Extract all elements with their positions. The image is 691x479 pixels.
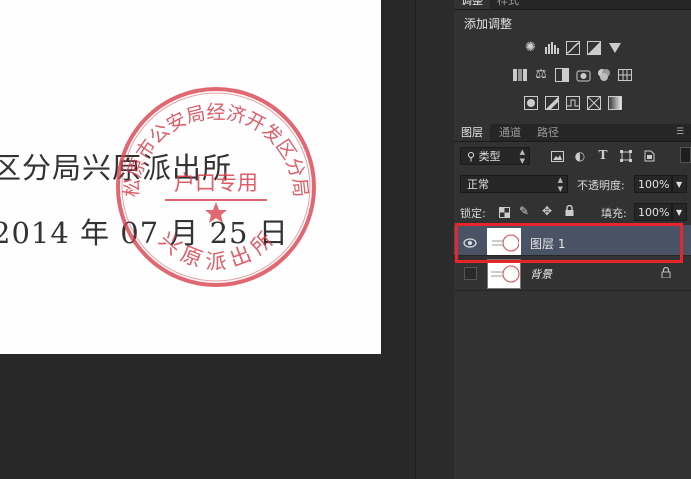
- fill-label: 填充:: [601, 207, 627, 220]
- hue-saturation-icon[interactable]: [513, 67, 528, 82]
- layer-thumbnail: [487, 259, 521, 289]
- posterize-icon[interactable]: [544, 95, 559, 110]
- threshold-icon[interactable]: [565, 95, 580, 110]
- opacity-dropdown-icon[interactable]: ▼: [672, 175, 687, 193]
- stamp-center-text: 户口专用: [174, 171, 258, 195]
- blend-mode-select[interactable]: 正常 ▲ ▼: [460, 175, 568, 193]
- fill-input[interactable]: 100%: [634, 203, 672, 221]
- document-canvas[interactable]: 区分局兴原派出所 2014 年 07 月 25 日 松原市公安局经济开发区分局 …: [0, 0, 381, 354]
- filter-pixel-icon[interactable]: [550, 149, 564, 163]
- adjustments-row-3: [454, 95, 691, 110]
- layers-menu-icon[interactable]: ☰: [676, 127, 688, 137]
- gradient-map-icon[interactable]: [607, 95, 622, 110]
- lock-transparent-pixels-icon[interactable]: [497, 205, 511, 219]
- filter-toggle-switch[interactable]: [680, 147, 691, 163]
- filter-search-icon: ⚲: [467, 150, 479, 163]
- filter-smart-object-icon[interactable]: [642, 149, 656, 163]
- fill-dropdown-icon[interactable]: ▼: [672, 203, 687, 221]
- visibility-toggle-empty[interactable]: [464, 267, 477, 280]
- adjustments-menu-icon[interactable]: ☰: [676, 0, 688, 3]
- adjustments-row-1: ✺: [454, 40, 691, 55]
- layers-tabbar: 图层 通道 路径 ☰: [454, 124, 691, 142]
- photo-filter-icon[interactable]: [576, 67, 591, 82]
- layer-lock-icon: [661, 266, 671, 281]
- chevron-updown-icon: ▲ ▼: [519, 148, 525, 165]
- filter-type-icon[interactable]: T: [596, 148, 610, 162]
- black-white-icon[interactable]: [555, 67, 570, 82]
- levels-icon[interactable]: [544, 40, 559, 55]
- selective-color-icon[interactable]: [586, 95, 601, 110]
- tab-channels[interactable]: 通道: [492, 124, 528, 141]
- tab-layers[interactable]: 图层: [454, 124, 490, 141]
- color-balance-icon[interactable]: ⚖: [534, 67, 549, 82]
- lock-all-icon[interactable]: [562, 204, 576, 218]
- chevron-updown-icon: ▲ ▼: [557, 176, 563, 193]
- channel-mixer-icon[interactable]: [597, 67, 612, 82]
- adjustments-title: 添加调整: [464, 17, 513, 31]
- panel-dock-strip: [415, 0, 455, 479]
- filter-shape-icon[interactable]: [619, 149, 633, 163]
- brightness-contrast-icon[interactable]: ✺: [523, 40, 538, 55]
- filter-adjustment-icon[interactable]: ◐: [573, 149, 587, 163]
- stamp-bottom-text: 兴 原 派 出 所: [154, 228, 277, 274]
- highlight-box: [455, 223, 683, 263]
- layers-list-divider: [454, 290, 691, 291]
- adjustments-tabbar: 调整 样式 ☰: [454, 0, 691, 10]
- official-stamp: 松原市公安局经济开发区分局 户口专用 兴 原 派 出 所: [116, 87, 316, 287]
- tab-styles[interactable]: 样式: [490, 0, 526, 9]
- lock-position-icon[interactable]: ✥: [540, 204, 554, 218]
- exposure-icon[interactable]: [586, 40, 601, 55]
- vibrance-icon[interactable]: [607, 40, 622, 55]
- tab-paths[interactable]: 路径: [530, 124, 566, 141]
- layer-filter-select[interactable]: ⚲ 类型 ▲ ▼: [460, 147, 530, 165]
- lock-label: 锁定:: [460, 207, 486, 220]
- canvas-area[interactable]: 区分局兴原派出所 2014 年 07 月 25 日 松原市公安局经济开发区分局 …: [0, 0, 415, 479]
- layer-name[interactable]: 背景: [530, 266, 552, 282]
- color-lookup-icon[interactable]: [618, 67, 633, 82]
- curves-icon[interactable]: [565, 40, 580, 55]
- opacity-input[interactable]: 100%: [634, 175, 672, 193]
- invert-icon[interactable]: [523, 95, 538, 110]
- stamp-star-icon: [205, 202, 227, 223]
- lock-image-pixels-icon[interactable]: ✎: [517, 204, 531, 218]
- tab-adjustments[interactable]: 调整: [454, 0, 490, 9]
- adjustments-row-2: ⚖: [454, 67, 691, 82]
- opacity-label: 不透明度:: [577, 179, 625, 192]
